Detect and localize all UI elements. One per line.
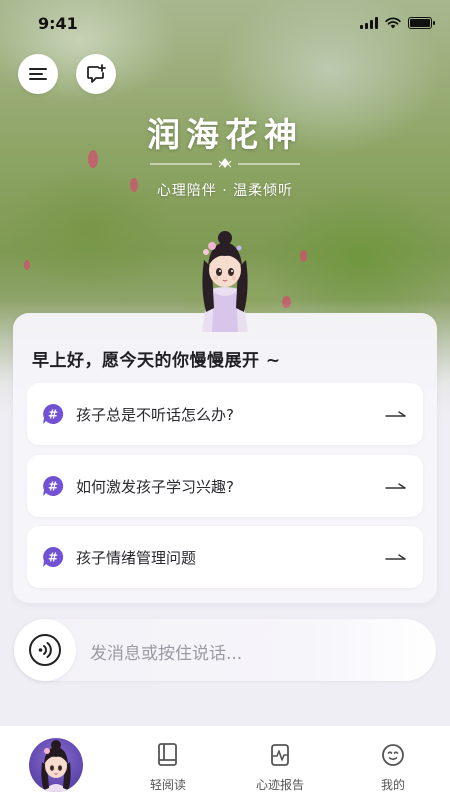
app-title: 润海花神 xyxy=(147,115,303,154)
book-icon xyxy=(158,743,177,766)
suggested-question-3[interactable]: # 孩子情绪管理问题 xyxy=(27,526,423,588)
tab-profile[interactable]: 我的 xyxy=(348,726,438,800)
arrow-right-icon xyxy=(385,411,406,417)
suggested-question-2[interactable]: # 如何激发孩子学习兴趣? xyxy=(27,455,423,517)
arrow-right-icon xyxy=(385,554,406,560)
voice-wave-icon xyxy=(29,634,61,666)
new-chat-button[interactable] xyxy=(76,54,116,94)
status-bar: 9:41 xyxy=(0,14,450,36)
status-icons xyxy=(360,17,435,29)
new-chat-icon xyxy=(87,64,106,83)
greeting-text: 早上好，愿今天的你慢慢展开 ~ xyxy=(32,351,281,371)
smile-icon xyxy=(382,744,404,766)
report-icon xyxy=(271,744,289,766)
suggested-question-1[interactable]: # 孩子总是不听话怎么办? xyxy=(27,383,423,445)
suggested-question-label: 孩子总是不听话怎么办? xyxy=(76,405,234,424)
status-time: 9:41 xyxy=(38,14,78,33)
menu-icon xyxy=(29,68,47,80)
suggested-question-label: 如何激发孩子学习兴趣? xyxy=(76,477,234,496)
hashtag-icon: # xyxy=(43,475,64,496)
svg-text:#: # xyxy=(48,551,58,565)
wifi-icon xyxy=(385,17,401,29)
signal-icon xyxy=(360,17,378,29)
svg-text:#: # xyxy=(48,408,58,422)
menu-button[interactable] xyxy=(18,54,58,94)
hashtag-icon: # xyxy=(43,546,64,567)
app-subtitle: 心理陪伴 · 温柔倾听 xyxy=(156,183,294,199)
tab-mood-report[interactable]: 心迹报告 xyxy=(235,726,325,800)
tab-label: 心迹报告 xyxy=(255,778,304,792)
suggested-question-label: 孩子情绪管理问题 xyxy=(76,548,197,567)
title-divider xyxy=(150,158,300,168)
tab-light-reading[interactable]: 轻阅读 xyxy=(123,726,213,800)
tab-home-avatar[interactable] xyxy=(29,738,83,792)
arrow-right-icon xyxy=(385,483,406,489)
message-input-placeholder[interactable]: 发消息或按住说话... xyxy=(90,639,242,664)
voice-toggle-button[interactable] xyxy=(14,619,76,681)
tab-label: 轻阅读 xyxy=(149,778,186,792)
battery-icon xyxy=(408,17,435,29)
guardian-character-avatar xyxy=(202,231,248,332)
svg-text:#: # xyxy=(48,480,58,494)
hashtag-icon: # xyxy=(43,403,64,424)
character-avatar-icon xyxy=(41,740,71,792)
tab-label: 我的 xyxy=(380,778,405,792)
